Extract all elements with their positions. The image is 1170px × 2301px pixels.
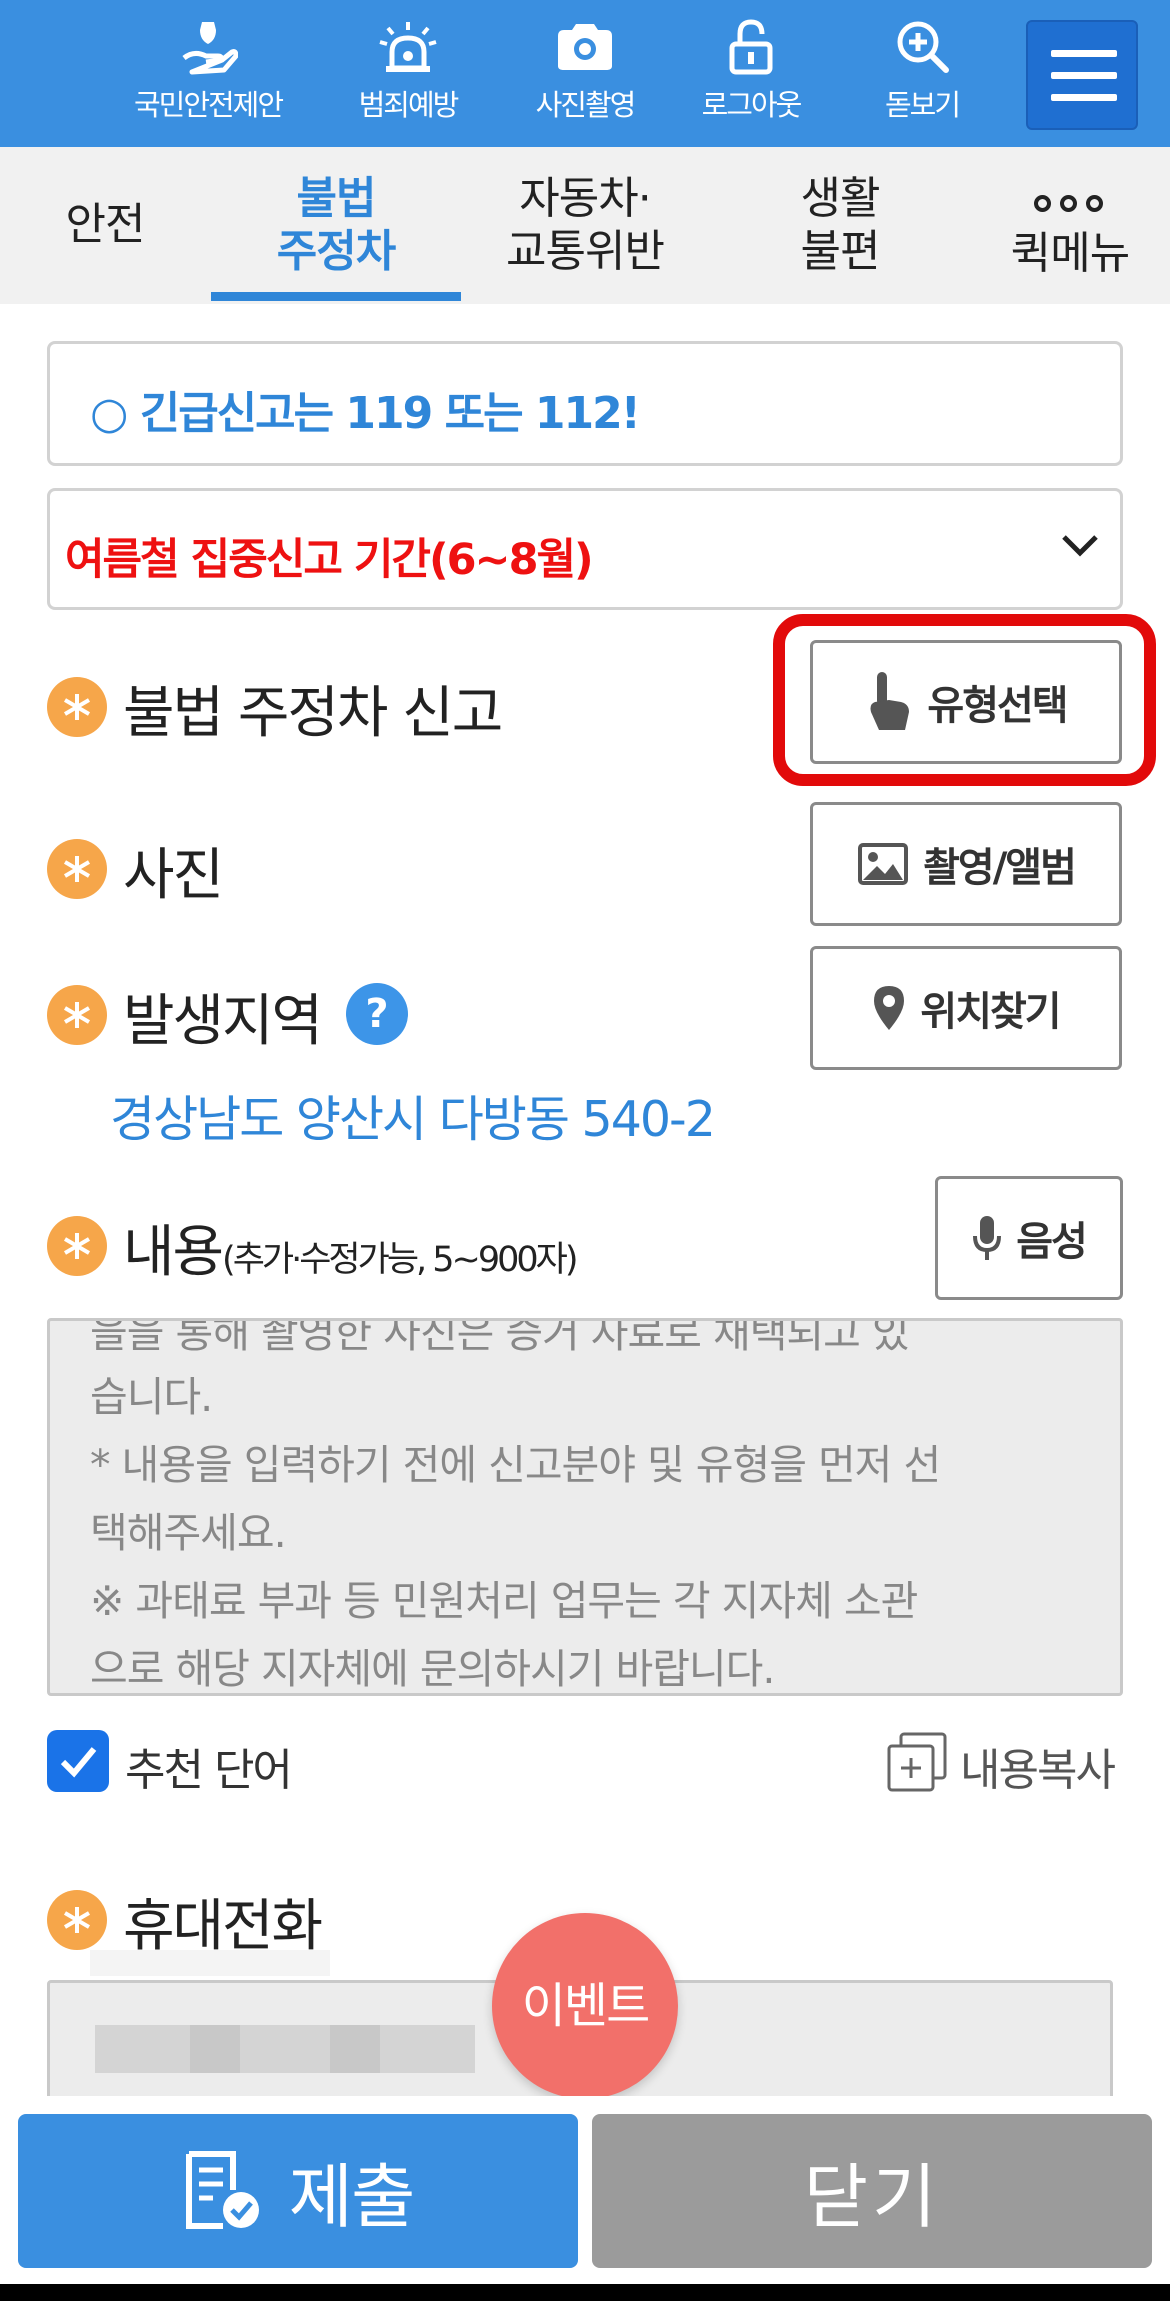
required-star-icon [47,677,107,737]
address-text: 경상남도 양산시 다방동 540-2 [110,1091,716,1148]
report-form-page: 국민안전제안 범죄예방 사진촬영 로그아웃 돋보기 안전 불법 주정차 자동차·… [0,0,1170,2301]
submit-button[interactable]: 제출 [18,2114,578,2268]
blurred-phone-number [95,2025,475,2073]
content-label-text: 내용 [123,1220,224,1285]
copy-icon[interactable] [885,1730,949,1794]
content-line: 택해주세요. [90,1509,287,1557]
top-nav-label: 사진촬영 [535,88,637,122]
emergency-notice-text: ○ 긴급신고는 119 또는 112! [90,388,641,439]
find-location-button[interactable]: 위치찾기 [810,946,1122,1070]
content-line: 으로 해당 지자체에 문의하시기 바랍니다. [90,1645,775,1693]
event-floating-button[interactable]: 이벤트 [492,1913,678,2099]
required-star-icon [47,985,107,1045]
recommend-label: 추천 단어 [125,1745,293,1796]
highlight-frame [773,614,1156,786]
tab-illegal-parking[interactable]: 불법 주정차 [211,147,461,304]
report-type-label: 불법 주정차 신고 [123,681,503,746]
top-nav-crime-prevention[interactable]: 범죄예방 [318,18,498,136]
content-hint: (추가·수정가능, 5~900자) [222,1240,578,1280]
siren-icon [379,22,437,72]
blur-block [330,2025,380,2073]
required-star-icon [47,1216,107,1276]
top-nav-label: 국민안전제안 [133,88,284,122]
hamburger-menu-icon[interactable] [1026,20,1138,130]
content-line: 을을 통해 촬영한 사진은 증거 자료로 채택되고 있 [90,1318,910,1357]
bottom-action-bar: 제출 닫기 [0,2096,1170,2301]
content-label: 내용(추가·수정가능, 5~900자) [123,1207,579,1288]
help-icon[interactable]: ? [346,983,408,1045]
top-nav-safety-proposal[interactable]: 국민안전제안 [118,18,298,136]
magnifier-plus-icon [897,21,949,73]
tab-living-inconvenience[interactable]: 생활 불편 [740,147,940,304]
content-line: ※ 과태료 부과 등 민원처리 업무는 각 지자체 소관 [90,1577,918,1625]
tab-safety[interactable]: 안전 [40,147,170,304]
summer-period-text: 여름철 집중신고 기간(6~8월) [65,535,594,585]
active-tab-indicator [211,292,461,301]
top-nav-logout[interactable]: 로그아웃 [661,18,841,136]
lock-icon [729,19,773,75]
blur-block [190,2025,240,2073]
blurred-area [90,1950,330,1976]
content-line: 습니다. [90,1373,213,1421]
location-label: 발생지역 [123,989,323,1054]
top-nav-photo[interactable]: 사진촬영 [495,18,675,136]
more-dots-icon [1034,195,1104,215]
close-button[interactable]: 닫기 [592,2114,1152,2268]
checkmark-icon [60,1747,97,1778]
copy-content-button[interactable]: 내용복사 [960,1734,1116,1798]
chevron-down-icon [1062,535,1098,557]
required-star-icon [47,1890,107,1950]
content-textarea[interactable]: 을을 통해 촬영한 사진은 증거 자료로 채택되고 있 습니다. * 내용을 입… [47,1318,1123,1696]
camera-album-label: 촬영/앨범 [923,845,1077,891]
system-nav-bar [0,2284,1170,2301]
tab-vehicle-traffic[interactable]: 자동차· 교통위반 [480,147,690,304]
photo-label: 사진 [123,843,224,908]
top-nav-magnifier[interactable]: 돋보기 [832,18,1012,136]
find-location-label: 위치찾기 [920,989,1061,1035]
required-star-icon [47,839,107,899]
submit-label: 제출 [288,2155,416,2238]
camera-icon [558,24,612,70]
camera-album-button[interactable]: 촬영/앨범 [810,802,1122,926]
hand-shield-icon [182,22,238,75]
top-nav-label: 돋보기 [884,88,961,122]
voice-input-button[interactable]: 음성 [935,1176,1123,1300]
top-navigation-bar: 국민안전제안 범죄예방 사진촬영 로그아웃 돋보기 [0,0,1170,147]
document-check-icon [185,2151,259,2229]
recommend-checkbox[interactable] [47,1730,109,1792]
tab-quick-menu[interactable]: 퀵메뉴 [1000,147,1140,304]
close-label: 닫기 [803,2155,941,2238]
image-icon [858,843,909,885]
emergency-notice: ○ 긴급신고는 119 또는 112! [47,341,1123,466]
summer-period-dropdown[interactable]: 여름철 집중신고 기간(6~8월) [47,488,1123,610]
microphone-icon [973,1216,1002,1260]
voice-input-label: 음성 [1016,1219,1088,1265]
category-tabs: 안전 불법 주정차 자동차· 교통위반 생활 불편 퀵메뉴 [0,147,1170,304]
top-nav-label: 로그아웃 [701,88,803,122]
content-line: * 내용을 입력하기 전에 신고분야 및 유형을 먼저 선 [90,1441,941,1489]
map-pin-icon [874,986,905,1030]
top-nav-label: 범죄예방 [358,88,460,122]
